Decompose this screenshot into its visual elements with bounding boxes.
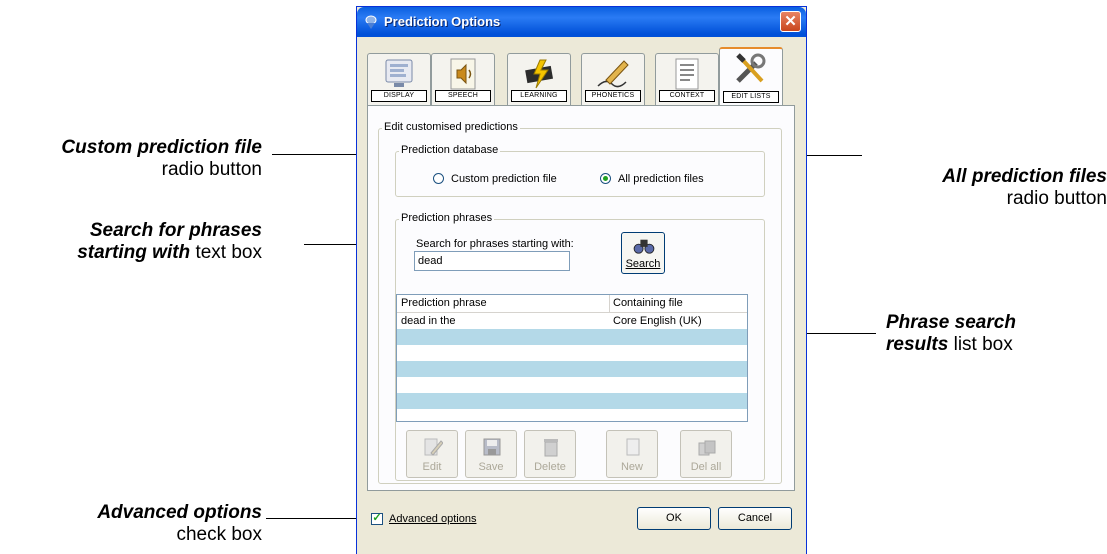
tab-edit-lists[interactable]: EDIT LISTS xyxy=(719,47,783,106)
prediction-options-dialog: Prediction Options ✕ DISPLAY SPEECH LEAR… xyxy=(356,6,807,554)
chip-icon xyxy=(525,59,554,89)
callout-results-title-2: results xyxy=(886,334,949,355)
edit-button[interactable]: Edit xyxy=(406,430,458,478)
window-title: Prediction Options xyxy=(384,14,501,29)
tab-phonetics[interactable]: PHONETICS xyxy=(581,53,645,105)
close-icon: ✕ xyxy=(784,13,797,30)
edit-customised-title: Edit customised predictions xyxy=(382,121,520,133)
tools-icon xyxy=(736,53,766,83)
list-item[interactable] xyxy=(397,393,747,409)
callout-search-desc: text box xyxy=(190,242,262,263)
delete-all-button[interactable]: Del all xyxy=(680,430,732,478)
list-item[interactable]: dead in the Core English (UK) xyxy=(397,313,747,329)
all-files-radio[interactable] xyxy=(600,173,611,184)
list-item[interactable] xyxy=(397,345,747,361)
speaker-icon xyxy=(450,58,476,90)
list-item[interactable] xyxy=(397,409,747,421)
prediction-phrases-group: Prediction phrases Search for phrases st… xyxy=(395,212,765,481)
tab-display-label: DISPLAY xyxy=(371,90,427,102)
advanced-options-label[interactable]: Advanced options xyxy=(389,513,476,525)
delete-button[interactable]: Delete xyxy=(524,430,576,478)
phrase-results-list[interactable]: Prediction phrase Containing file dead i… xyxy=(396,294,748,422)
save-button-label: Save xyxy=(478,461,504,473)
pen-writing-icon xyxy=(597,60,629,88)
list-item[interactable] xyxy=(397,377,747,393)
title-bar[interactable]: Prediction Options ✕ xyxy=(357,7,806,37)
trash-icon xyxy=(544,439,558,457)
tab-edit-lists-label: EDIT LISTS xyxy=(723,91,779,103)
tab-phonetics-label: PHONETICS xyxy=(585,90,641,102)
tab-speech-label: SPEECH xyxy=(435,90,491,102)
search-button[interactable]: Search xyxy=(621,232,665,274)
callout-all-files: All prediction files radio button xyxy=(872,166,1107,210)
search-input[interactable] xyxy=(414,251,570,271)
tab-learning[interactable]: LEARNING xyxy=(507,53,571,105)
callout-results-desc: list box xyxy=(948,334,1013,355)
callout-search-title-1: Search for phrases xyxy=(89,220,262,241)
trash-all-icon xyxy=(698,440,716,456)
tab-context-label: CONTEXT xyxy=(659,90,715,102)
list-item[interactable] xyxy=(397,361,747,377)
column-header-phrase[interactable]: Prediction phrase xyxy=(401,297,487,309)
callout-advanced-desc: check box xyxy=(176,524,262,545)
delete-button-label: Delete xyxy=(534,461,566,473)
callout-custom-file: Custom prediction file radio button xyxy=(0,137,262,181)
custom-file-radio[interactable] xyxy=(433,173,444,184)
callout-custom-file-title: Custom prediction file xyxy=(61,137,262,158)
prediction-phrases-title: Prediction phrases xyxy=(399,212,495,224)
callout-advanced: Advanced options check box xyxy=(0,502,262,546)
app-icon xyxy=(365,15,377,29)
leader-line xyxy=(266,518,369,519)
column-header-file[interactable]: Containing file xyxy=(613,297,683,309)
new-document-icon xyxy=(626,438,640,456)
callout-all-files-title: All prediction files xyxy=(942,166,1107,187)
edit-button-label: Edit xyxy=(422,461,442,473)
edit-customised-group: Edit customised predictions Prediction d… xyxy=(378,121,782,484)
callout-custom-file-desc: radio button xyxy=(161,159,262,180)
delete-all-button-label: Del all xyxy=(690,461,722,473)
callout-search-phrases: Search for phrases starting with text bo… xyxy=(0,220,262,264)
prediction-database-title: Prediction database xyxy=(399,144,501,156)
prediction-database-group: Prediction database Custom prediction fi… xyxy=(395,144,765,197)
radio-selected-dot xyxy=(603,176,608,181)
callout-results: Phrase search results list box xyxy=(886,312,1066,356)
advanced-options-checkbox[interactable]: ✓ xyxy=(371,513,383,525)
tab-context[interactable]: CONTEXT xyxy=(655,53,719,105)
binoculars-icon xyxy=(633,239,655,254)
tab-speech[interactable]: SPEECH xyxy=(431,53,495,105)
list-header: Prediction phrase Containing file xyxy=(397,295,747,313)
edit-lists-panel: Edit customised predictions Prediction d… xyxy=(367,105,795,491)
custom-file-label[interactable]: Custom prediction file xyxy=(451,173,557,185)
new-button[interactable]: New xyxy=(606,430,658,478)
floppy-disk-icon xyxy=(483,438,501,456)
cancel-button[interactable]: Cancel xyxy=(718,507,792,530)
all-files-label[interactable]: All prediction files xyxy=(618,173,704,185)
tab-display[interactable]: DISPLAY xyxy=(367,53,431,105)
new-button-label: New xyxy=(620,461,643,473)
phrase-cell: dead in the xyxy=(401,315,456,327)
pencil-icon xyxy=(424,438,443,456)
column-divider[interactable] xyxy=(609,295,610,312)
list-item[interactable] xyxy=(397,329,747,345)
document-icon xyxy=(675,58,699,90)
action-button-row: Edit Save Delete New Del all xyxy=(406,430,746,478)
callout-all-files-desc: radio button xyxy=(1006,188,1107,209)
callout-search-title-2: starting with xyxy=(77,242,191,263)
search-button-label: Search xyxy=(625,258,661,270)
callout-advanced-title: Advanced options xyxy=(97,502,262,523)
ok-button[interactable]: OK xyxy=(637,507,711,530)
callout-results-title-1: Phrase search xyxy=(886,312,1016,333)
close-button[interactable]: ✕ xyxy=(780,11,801,32)
tab-learning-label: LEARNING xyxy=(511,90,567,102)
monitor-icon xyxy=(385,59,413,87)
file-cell: Core English (UK) xyxy=(613,315,702,327)
save-button[interactable]: Save xyxy=(465,430,517,478)
search-label: Search for phrases starting with: xyxy=(416,238,574,250)
